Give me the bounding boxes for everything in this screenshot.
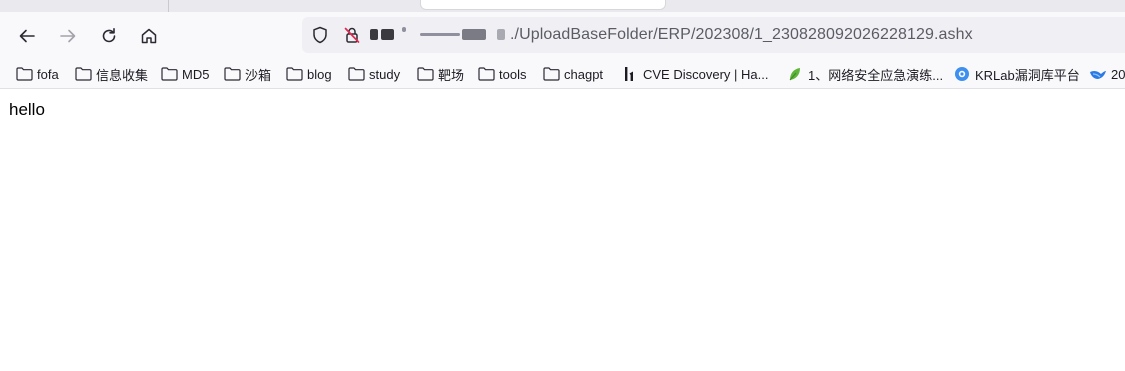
redacted-host-block (370, 29, 378, 40)
bookmark-item[interactable]: CVE Discovery | Ha... (621, 64, 768, 84)
bookmark-label: 信息收集 (96, 67, 149, 83)
redacted-host-block (381, 29, 394, 40)
bookmark-label: 20 (1111, 66, 1125, 82)
hackerone-icon (621, 66, 639, 82)
forward-arrow-icon (60, 29, 76, 43)
bookmark-label: blog (307, 66, 332, 82)
url-text[interactable]: ./UploadBaseFolder/ERP/202308/1_23082809… (510, 26, 973, 44)
bookmark-item[interactable]: MD5 (160, 64, 209, 84)
folder-icon (223, 66, 241, 82)
bookmark-label: CVE Discovery | Ha... (643, 66, 769, 82)
bookmark-item[interactable]: 1、网络安全应急演练... (786, 64, 943, 84)
folder-icon (347, 66, 365, 82)
krlab-icon (953, 66, 971, 82)
bookmark-item[interactable]: chagpt (542, 64, 603, 84)
bookmark-item[interactable]: 靶场 (416, 64, 464, 84)
bookmark-label: 靶场 (438, 67, 465, 83)
bookmarks-toolbar: fofa 信息收集 MD5 沙箱 blog study 靶场 tools chagpt CVE D… (0, 60, 1125, 89)
bookmark-item[interactable]: 沙箱 (223, 64, 271, 84)
home-icon (141, 28, 157, 44)
bookmark-label: study (369, 66, 401, 82)
bookmark-item[interactable]: tools (477, 64, 526, 84)
redacted-host-block (497, 29, 505, 40)
folder-icon (285, 66, 303, 82)
folder-icon (160, 66, 178, 82)
reload-icon (102, 28, 116, 43)
folder-icon (542, 66, 560, 82)
bookmark-label: tools (499, 66, 527, 82)
redacted-host-block (402, 27, 406, 32)
folder-icon (477, 66, 495, 82)
reload-button[interactable] (96, 23, 122, 49)
bookmark-label: MD5 (182, 66, 210, 82)
redacted-host-block (462, 29, 486, 40)
bird-icon (1089, 66, 1107, 82)
bookmark-label: KRLab漏洞库平台 (975, 67, 1080, 83)
home-button[interactable] (136, 23, 162, 49)
tracking-protection-shield-icon[interactable] (310, 25, 330, 45)
bookmark-item[interactable]: blog (285, 64, 332, 84)
tab-strip (0, 0, 1125, 12)
tab-separator (168, 0, 169, 12)
insecure-lock-icon[interactable] (342, 25, 362, 45)
folder-icon (74, 66, 92, 82)
bookmark-item[interactable]: KRLab漏洞库平台 (953, 64, 1080, 84)
back-arrow-icon (19, 29, 35, 43)
bookmark-item[interactable]: 信息收集 (74, 64, 148, 84)
navigation-toolbar: ./UploadBaseFolder/ERP/202308/1_23082809… (0, 12, 1125, 60)
bookmark-label: 1、网络安全应急演练... (808, 67, 944, 83)
redacted-host-block (420, 33, 460, 36)
page-body-text: hello (9, 100, 45, 119)
folder-icon (416, 66, 434, 82)
bookmark-label: chagpt (564, 66, 604, 82)
bookmark-label: fofa (37, 66, 59, 82)
bookmark-item[interactable]: study (347, 64, 400, 84)
bookmark-label: 沙箱 (245, 67, 272, 83)
back-button[interactable] (14, 23, 40, 49)
forward-button[interactable] (55, 23, 81, 49)
url-bar[interactable]: ./UploadBaseFolder/ERP/202308/1_23082809… (302, 17, 1125, 53)
leaf-icon (786, 66, 804, 82)
folder-icon (15, 66, 33, 82)
active-tab[interactable] (420, 0, 666, 10)
bookmark-item[interactable]: 20 (1089, 64, 1125, 84)
bookmark-item[interactable]: fofa (15, 64, 59, 84)
